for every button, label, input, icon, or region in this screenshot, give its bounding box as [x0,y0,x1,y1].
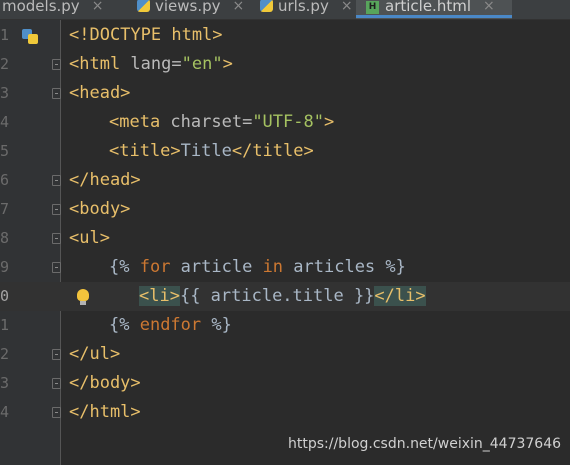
fold-icon[interactable] [52,262,61,273]
template-keyword: in [262,257,284,277]
template-delimiter: %} [201,315,232,335]
html-tag: <meta [109,112,161,132]
html-tag: </html> [69,402,141,422]
fold-icon[interactable] [52,204,61,215]
python-file-icon [22,29,40,44]
active-tab-indicator [356,15,512,18]
fold-icon[interactable] [52,175,61,186]
title-text: Title [180,141,232,161]
html-tag-matched: <li> [139,286,180,306]
line-number: 3 [0,374,10,392]
fold-icon[interactable] [52,233,61,244]
editor-tab-bar: models.py × views.py × urls.py × Harticle.h… [0,0,570,20]
tab-label: models.py [2,0,80,15]
close-icon[interactable]: × [92,0,104,16]
doctype-declaration: <!DOCTYPE html> [69,25,223,45]
line-number: 2 [0,345,10,363]
tab-models-py[interactable]: models.py × [2,0,103,19]
html-tag: <title> [109,141,181,161]
line-number: 1 [0,316,10,334]
line-number: 1 [0,26,10,44]
fold-icon[interactable] [52,407,61,418]
html-tag: > [323,112,335,132]
html-tag: > [222,54,233,74]
close-icon[interactable]: × [483,0,495,16]
template-tag: {% for article in articles %} [109,253,406,282]
lightbulb-icon[interactable] [77,289,89,305]
html-tag: </body> [69,373,141,393]
code-line-9: 9 {% for article in articles %} [0,253,570,282]
fold-icon[interactable] [52,88,61,99]
line-number: 4 [0,403,10,421]
html-tag: <head> [69,83,131,103]
line-number: 0 [0,287,10,305]
close-icon[interactable]: × [233,0,245,16]
html-tag: </title> [231,141,314,161]
code-text: <li>{{ article.title }}</li> [139,282,426,311]
html-tag: </ul> [69,344,121,364]
html-tag: </head> [69,170,141,190]
watermark-text: https://blog.csdn.net/weixin_44737646 [288,436,562,452]
tab-article-html[interactable]: Harticle.html × [356,0,512,19]
code-line-10-current: 0 <li>{{ article.title }}</li> [0,282,570,311]
line-number: 4 [0,113,10,131]
line-number: 7 [0,200,10,218]
fold-icon[interactable] [52,59,61,70]
code-text: <meta charset="UTF-8"> [109,108,334,137]
code-line-13: 3 </body> [0,369,570,398]
attribute-value: "UTF-8" [252,112,324,132]
line-number: 8 [0,229,10,247]
code-line-7: 7 <body> [0,195,570,224]
code-line-12: 2 </ul> [0,340,570,369]
tab-label: article.html [385,0,471,15]
template-keyword: for [139,257,171,277]
template-expression: {{ article.title }} [179,286,375,306]
python-file-icon [137,0,150,12]
code-line-5: 5 <title>Title</title> [0,137,570,166]
code-line-4: 4 <meta charset="UTF-8"> [0,108,570,137]
code-line-8: 8 <ul> [0,224,570,253]
attribute-name: charset= [160,112,253,132]
code-line-14: 4 </html> [0,398,570,427]
html-tag: <html [69,54,121,74]
template-keyword: endfor [139,315,202,335]
tab-label: urls.py [278,0,329,15]
attribute-value: "en" [181,54,223,74]
line-number: 5 [0,142,10,160]
attribute-name: lang= [120,54,182,74]
code-line-1: 1 <!DOCTYPE html> [0,21,570,50]
template-delimiter: {% [109,257,140,277]
tab-label: views.py [155,0,221,15]
python-file-icon [260,0,273,12]
code-line-6: 6 </head> [0,166,570,195]
line-number: 6 [0,171,10,189]
template-variable: articles %} [283,257,406,277]
code-line-2: 2 <html lang="en"> [0,50,570,79]
tab-urls-py[interactable]: urls.py × [260,0,353,19]
line-number: 9 [0,258,10,276]
template-delimiter: {% [109,315,140,335]
template-tag: {% endfor %} [109,311,232,340]
tab-views-py[interactable]: views.py × [137,0,244,19]
template-variable: article [170,257,263,277]
code-text: <title>Title</title> [109,137,314,166]
html-tag-matched: </li> [374,286,426,306]
html-tag: <ul> [69,228,110,248]
line-number: 3 [0,84,10,102]
code-line-3: 3 <head> [0,79,570,108]
close-icon[interactable]: × [341,0,353,16]
html-tag: <body> [69,199,131,219]
line-number: 2 [0,55,10,73]
code-line-11: 1 {% endfor %} [0,311,570,340]
code-text: <html lang="en"> [69,50,233,79]
fold-icon[interactable] [52,378,61,389]
html-file-icon: H [366,1,379,14]
fold-icon[interactable] [52,349,61,360]
